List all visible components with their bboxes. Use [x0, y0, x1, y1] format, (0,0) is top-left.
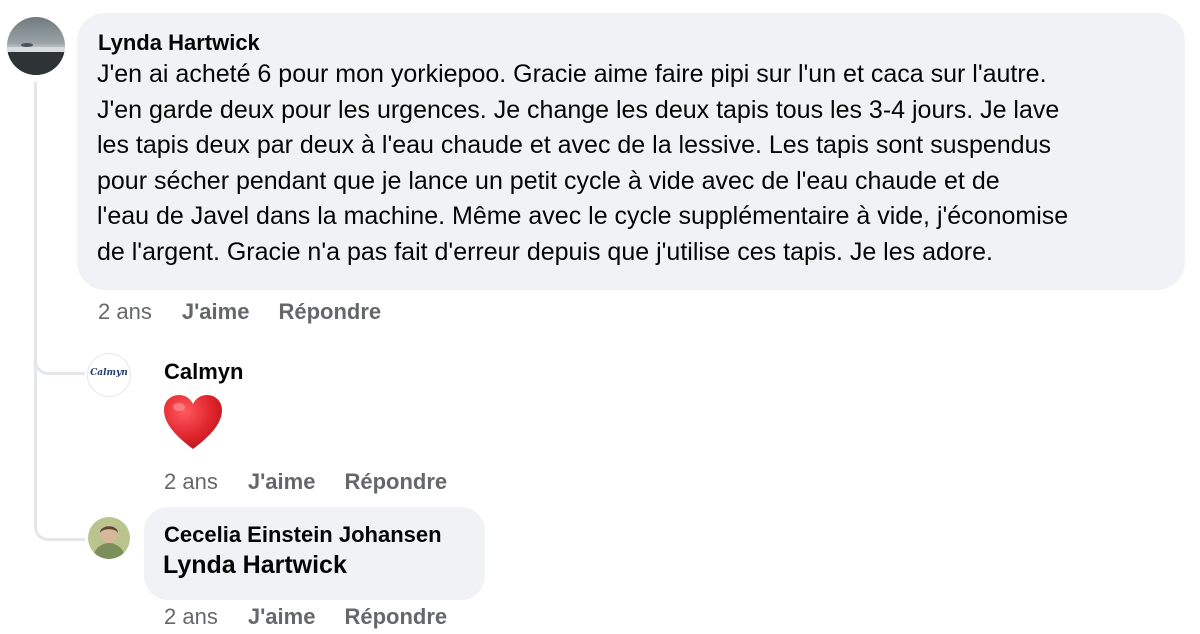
comment-author[interactable]: Lynda Hartwick [98, 30, 260, 56]
avatar-lynda-image [7, 17, 65, 75]
thread-branch-cecelia [34, 360, 85, 541]
avatar-calmyn[interactable]: Calmyn [87, 353, 131, 397]
avatar-cecelia-image [88, 517, 130, 559]
red-heart-emoji-icon [163, 394, 223, 452]
comment-line: l'eau de Javel dans la machine. Même ave… [97, 202, 1069, 230]
comment-line: J'en garde deux pour les urgences. Je ch… [97, 95, 1060, 124]
like-button[interactable]: J'aime [248, 469, 316, 495]
mention-link[interactable]: Lynda Hartwick [163, 551, 347, 580]
comment-bubble-cecelia: Cecelia Einstein Johansen Lynda Hartwick [144, 507, 485, 600]
heart-icon [164, 395, 222, 449]
comment-actions-calmyn: 2 ans J'aime Répondre [164, 469, 476, 495]
comment-timestamp[interactable]: 2 ans [164, 469, 218, 495]
comment-thread: Lynda Hartwick J'en ai acheté 6 pour mon… [0, 0, 1200, 634]
comment-timestamp[interactable]: 2 ans [98, 299, 152, 325]
reply-button[interactable]: Répondre [278, 299, 381, 325]
reply-button[interactable]: Répondre [344, 469, 447, 495]
comment-line: les tapis deux par deux à l'eau chaude e… [97, 131, 1051, 159]
comment-line: de l'argent. Gracie n'a pas fait d'erreu… [97, 237, 993, 266]
avatar-cecelia-einstein-johansen[interactable] [88, 517, 130, 559]
thread-connector-line [34, 82, 37, 382]
comment-actions-lynda: 2 ans J'aime Répondre [98, 299, 410, 325]
comment-actions-cecelia: 2 ans J'aime Répondre [164, 604, 476, 630]
comment-line: J'en ai acheté 6 pour mon yorkiepoo. Gra… [97, 60, 1047, 88]
reply-author[interactable]: Calmyn [164, 359, 243, 385]
reply-author[interactable]: Cecelia Einstein Johansen [164, 522, 442, 548]
comment-timestamp[interactable]: 2 ans [164, 604, 218, 630]
avatar-lynda-hartwick[interactable] [7, 17, 65, 75]
like-button[interactable]: J'aime [182, 299, 250, 325]
like-button[interactable]: J'aime [248, 604, 316, 630]
comment-body: J'en ai acheté 6 pour mon yorkiepoo. Gra… [97, 57, 1177, 270]
comment-line: pour sécher pendant que je lance un peti… [97, 166, 1000, 195]
avatar-calmyn-logo: Calmyn [90, 368, 128, 378]
reply-button[interactable]: Répondre [344, 604, 447, 630]
comment-bubble-lynda: Lynda Hartwick J'en ai acheté 6 pour mon… [77, 13, 1185, 290]
